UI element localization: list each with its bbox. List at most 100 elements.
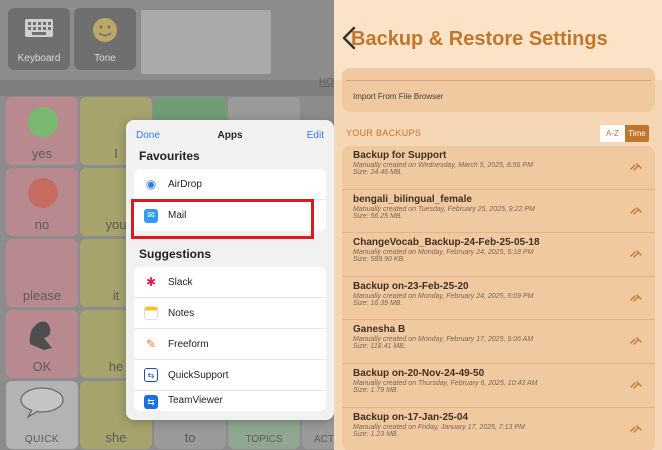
cell-label: yes: [31, 146, 53, 161]
app-row-freeform[interactable]: ✎ Freeform: [134, 329, 326, 360]
backup-size: Size: 589.90 KB.: [353, 256, 406, 264]
backup-name: Backup for Support: [353, 150, 447, 161]
sort-time-button[interactable]: Time: [625, 125, 649, 142]
share-link-icon[interactable]: [630, 162, 642, 172]
backup-created: Manually created on Thursday, February 6…: [353, 379, 538, 387]
backup-created: Manually created on Tuesday, February 25…: [353, 205, 535, 213]
backup-created: Manually created on Monday, February 24,…: [353, 292, 534, 300]
message-area[interactable]: [141, 10, 271, 74]
cell-ok[interactable]: OK: [6, 310, 78, 378]
backup-created: Manually created on Friday, January 17, …: [353, 423, 525, 431]
app-name: TeamViewer: [168, 395, 223, 406]
home-strip: HO: [0, 77, 334, 96]
popover-header: Done Apps Edit: [126, 120, 334, 150]
backup-size: Size: 24.46 MB.: [353, 169, 403, 176]
ok-hand-icon: [29, 321, 52, 350]
import-from-file-browser[interactable]: Import From File Browser: [353, 92, 443, 101]
app-name: Mail: [168, 210, 187, 221]
backup-row[interactable]: Backup on-20-Nov-24-49-50 Manually create…: [342, 364, 655, 408]
app-name: Freeform: [168, 338, 209, 350]
backup-size: Size: 118.41 MB.: [353, 343, 406, 351]
backup-name: ChangeVocab_Backup-24-Feb-25-05-18: [353, 237, 540, 249]
teamviewer-icon: ⇆: [144, 395, 158, 409]
notes-icon: [144, 306, 158, 320]
app-name: Slack: [168, 276, 193, 288]
backup-name: bengali_bilingual_female: [353, 193, 472, 205]
cell-label: she: [105, 430, 127, 445]
backup-row[interactable]: Ganesha B Manually created on Monday, Feb…: [342, 320, 655, 364]
your-backups-heading: YOUR BACKUPS: [346, 128, 422, 138]
backup-created: Manually created on Wednesday, March 5, …: [353, 162, 533, 169]
mail-icon: ✉: [144, 208, 158, 223]
slack-icon: ✱: [144, 275, 158, 289]
cell-quick[interactable]: QUICK: [6, 381, 78, 449]
app-row-airdrop[interactable]: ◉ AirDrop: [134, 169, 326, 200]
backup-name: Backup on-23-Feb-25-20: [353, 280, 469, 292]
quicksupport-icon: ⇆: [144, 368, 158, 382]
cell-please[interactable]: please: [6, 239, 78, 307]
page-title: Backup & Restore Settings: [351, 28, 608, 50]
sad-face-icon: [28, 178, 58, 208]
backup-created: Manually created on Monday, February 17,…: [353, 336, 534, 344]
cell-yes[interactable]: yes: [6, 97, 78, 165]
backup-restore-panel: Backup & Restore Settings Import From Fi…: [334, 0, 662, 450]
suggestions-list: ✱ Slack Notes ✎ Freeform ⇆ QuickSupport …: [134, 267, 326, 411]
cell-label: please: [22, 288, 62, 303]
divider: [346, 80, 651, 81]
keyboard-button[interactable]: Keyboard: [8, 8, 70, 70]
app-name: AirDrop: [168, 178, 202, 190]
cell-label: to: [184, 430, 196, 445]
app-name: Notes: [168, 307, 195, 319]
keyboard-label: Keyboard: [17, 53, 61, 64]
smiley-icon: [93, 18, 117, 42]
favourites-heading: Favourites: [139, 149, 200, 163]
share-link-icon[interactable]: [630, 380, 642, 390]
cell-label: TOPICS: [245, 434, 283, 445]
backup-name: Backup on-17-Jan-25-04: [353, 411, 469, 423]
apps-share-sheet: Done Apps Edit Favourites ◉ AirDrop ✉ Ma…: [126, 120, 334, 420]
cell-label: OK: [32, 359, 52, 374]
suggestions-heading: Suggestions: [139, 247, 212, 261]
share-link-icon[interactable]: [630, 336, 642, 346]
backup-row[interactable]: Backup on-17-Jan-25-04 Manually created o…: [342, 408, 655, 450]
backup-size: Size: 1.79 MB.: [353, 386, 399, 394]
speech-bubble-icon: [20, 387, 64, 419]
app-row-slack[interactable]: ✱ Slack: [134, 267, 326, 298]
backup-row[interactable]: bengali_bilingual_female Manually created…: [342, 190, 655, 234]
backup-row[interactable]: ChangeVocab_Backup-24-Feb-25-05-18 Manual…: [342, 233, 655, 277]
edit-button[interactable]: Edit: [307, 130, 324, 141]
share-link-icon[interactable]: [630, 206, 642, 216]
home-link[interactable]: HO: [319, 77, 334, 88]
app-name: QuickSupport: [168, 369, 229, 381]
freeform-icon: ✎: [144, 337, 158, 351]
happy-face-icon: [28, 107, 58, 137]
share-link-icon[interactable]: [630, 293, 642, 303]
airdrop-icon: ◉: [144, 177, 158, 191]
cell-label: ACT: [314, 434, 334, 445]
backup-size: Size: 56.25 MB.: [353, 212, 403, 220]
backup-size: Size: 1.23 MB.: [353, 430, 399, 438]
import-card[interactable]: Import From File Browser: [342, 68, 655, 112]
backup-name: Backup on-20-Nov-24-49-50: [353, 367, 485, 379]
tone-button[interactable]: Tone: [74, 8, 136, 70]
app-row-mail[interactable]: ✉ Mail: [134, 200, 326, 231]
backup-row[interactable]: Backup on-23-Feb-25-20 Manually created o…: [342, 277, 655, 321]
cell-label: QUICK: [24, 434, 60, 445]
app-row-teamviewer[interactable]: ⇆ TeamViewer: [134, 391, 326, 411]
backup-created: Manually created on Monday, February 24,…: [353, 249, 534, 257]
app-row-quicksupport[interactable]: ⇆ QuickSupport: [134, 360, 326, 391]
tone-label: Tone: [94, 53, 116, 64]
backup-size: Size: 16.39 MB.: [353, 299, 403, 307]
cell-label: no: [34, 217, 50, 232]
favourites-list: ◉ AirDrop ✉ Mail: [134, 169, 326, 231]
sort-az-button[interactable]: A-Z: [600, 125, 625, 142]
share-link-icon[interactable]: [630, 249, 642, 259]
backup-row[interactable]: Backup for Support Manually created on We…: [342, 146, 655, 190]
app-row-notes[interactable]: Notes: [134, 298, 326, 329]
backup-name: Ganesha B: [353, 324, 406, 336]
popover-title: Apps: [217, 130, 243, 141]
cell-no[interactable]: no: [6, 168, 78, 236]
share-link-icon[interactable]: [630, 424, 642, 434]
backup-list: Backup for Support Manually created on We…: [342, 146, 655, 450]
keyboard-icon: [25, 19, 53, 37]
